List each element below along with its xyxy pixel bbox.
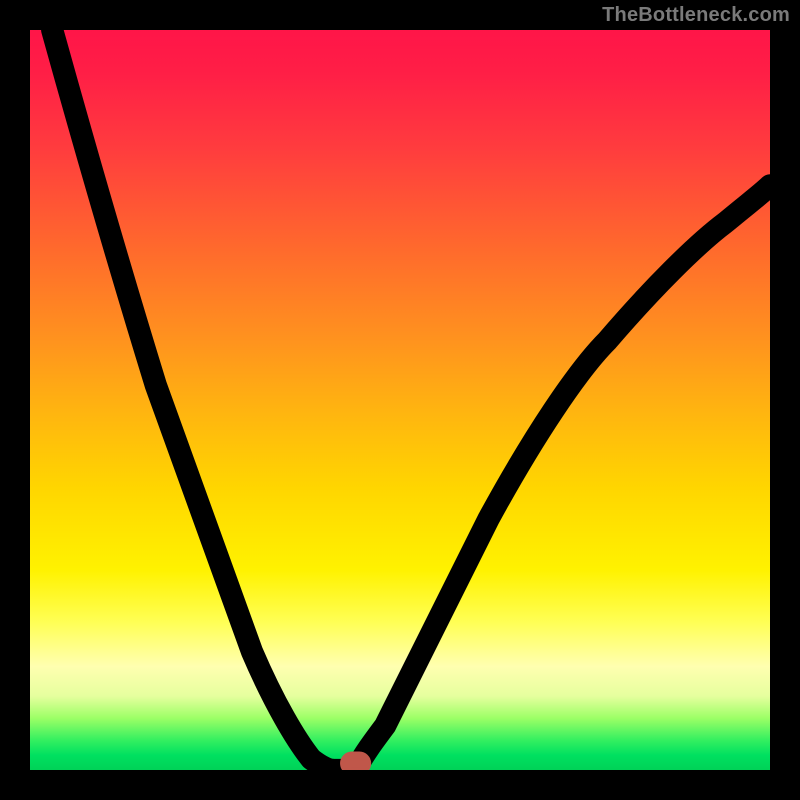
chart-frame: TheBottleneck.com bbox=[0, 0, 800, 800]
min-marker bbox=[344, 755, 368, 770]
plot-area bbox=[30, 30, 770, 770]
watermark-text: TheBottleneck.com bbox=[602, 4, 790, 27]
curve-left-branch bbox=[52, 30, 333, 770]
curve-svg bbox=[30, 30, 770, 770]
curve-right-branch bbox=[356, 185, 770, 770]
